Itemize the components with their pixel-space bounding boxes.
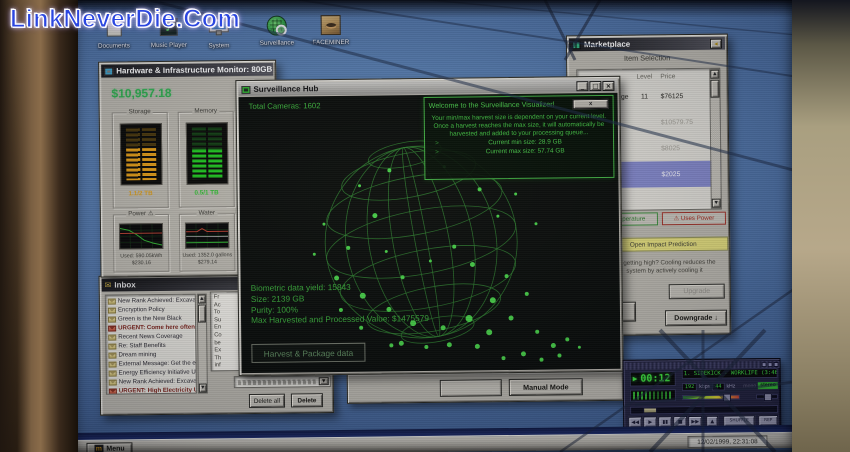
crt-screen-photo: Documents ♪ Music Player System Surveill… bbox=[0, 0, 850, 452]
powerlines-wallpaper bbox=[0, 0, 850, 452]
wall-left bbox=[0, 0, 78, 452]
watermark: LinkNeverDie.Com bbox=[10, 5, 240, 34]
wall-right bbox=[792, 0, 850, 452]
